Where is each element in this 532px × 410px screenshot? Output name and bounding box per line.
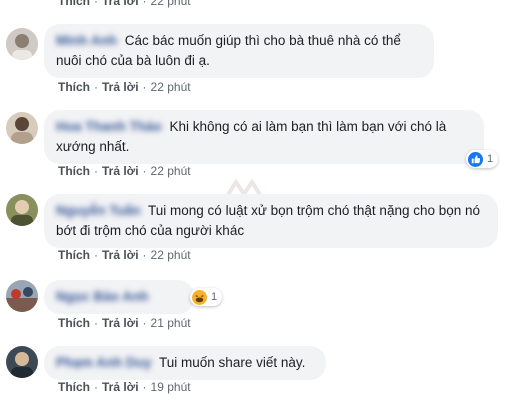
comment-text: Tui muốn share viết này. (159, 355, 306, 370)
timestamp[interactable]: 22 phút (151, 248, 191, 262)
reply-link[interactable]: Trả lời (102, 164, 139, 178)
reaction-count[interactable]: 1 (190, 288, 223, 306)
reaction-number: 1 (487, 153, 494, 165)
avatar[interactable] (6, 280, 38, 312)
like-link[interactable]: Thích (58, 164, 90, 178)
avatar[interactable] (6, 28, 38, 60)
avatar-image (6, 194, 38, 226)
avatar[interactable] (6, 346, 38, 378)
like-link[interactable]: Thích (58, 0, 90, 8)
commenter-name[interactable]: Phạm Anh Duy (56, 355, 152, 370)
reply-link[interactable]: Trả lời (102, 380, 139, 394)
commenter-name[interactable]: Hoa Thanh Thảo (56, 119, 162, 134)
comment-actions: Thích · Trả lời · 22 phút (58, 80, 191, 94)
avatar[interactable] (6, 194, 38, 226)
like-link[interactable]: Thích (58, 80, 90, 94)
commenter-name[interactable]: Minh Anh (56, 33, 117, 48)
like-link[interactable]: Thích (58, 248, 90, 262)
comment-bubble: Ngọc Bảo Anh (44, 280, 194, 314)
avatar-image (6, 280, 38, 312)
comment-actions: Thích · Trả lời · 19 phút (58, 380, 191, 394)
reaction-count[interactable]: 1 (466, 150, 499, 168)
comment-actions: Thích · Trả lời · 22 phút (58, 164, 191, 178)
avatar[interactable] (6, 112, 38, 144)
timestamp[interactable]: 22 phút (151, 0, 191, 8)
comment-bubble: Hoa Thanh Thảo Khi không có ai làm bạn t… (44, 110, 484, 164)
top-partial-actions: Thích · Trả lời · 22 phút (58, 0, 191, 8)
comment-bubble: Nguyễn Tuấn Tui mong có luật xử bọn trộm… (44, 194, 498, 248)
reply-link[interactable]: Trả lời (102, 80, 139, 94)
comment-actions: Thích · Trả lời · 22 phút (58, 248, 191, 262)
reply-link[interactable]: Trả lời (102, 0, 139, 8)
comment-bubble: Minh Anh Các bác muốn giúp thì cho bà th… (44, 24, 434, 78)
avatar-image (6, 346, 38, 378)
commenter-name[interactable]: Ngọc Bảo Anh (56, 289, 149, 304)
comment-actions: Thích · Trả lời · 21 phút (58, 316, 191, 330)
commenter-name[interactable]: Nguyễn Tuấn (56, 203, 141, 218)
comment-bubble: Phạm Anh Duy Tui muốn share viết này. (44, 346, 326, 380)
timestamp[interactable]: 22 phút (151, 164, 191, 178)
timestamp[interactable]: 19 phút (151, 380, 191, 394)
timestamp[interactable]: 21 phút (151, 316, 191, 330)
reply-link[interactable]: Trả lời (102, 248, 139, 262)
like-reaction-icon (468, 151, 483, 167)
timestamp[interactable]: 22 phút (151, 80, 191, 94)
reply-link[interactable]: Trả lời (102, 316, 139, 330)
avatar-image (6, 112, 38, 144)
haha-reaction-icon (192, 289, 207, 305)
like-link[interactable]: Thích (58, 380, 90, 394)
like-link[interactable]: Thích (58, 316, 90, 330)
reaction-number: 1 (211, 291, 218, 303)
avatar-image (6, 28, 38, 60)
